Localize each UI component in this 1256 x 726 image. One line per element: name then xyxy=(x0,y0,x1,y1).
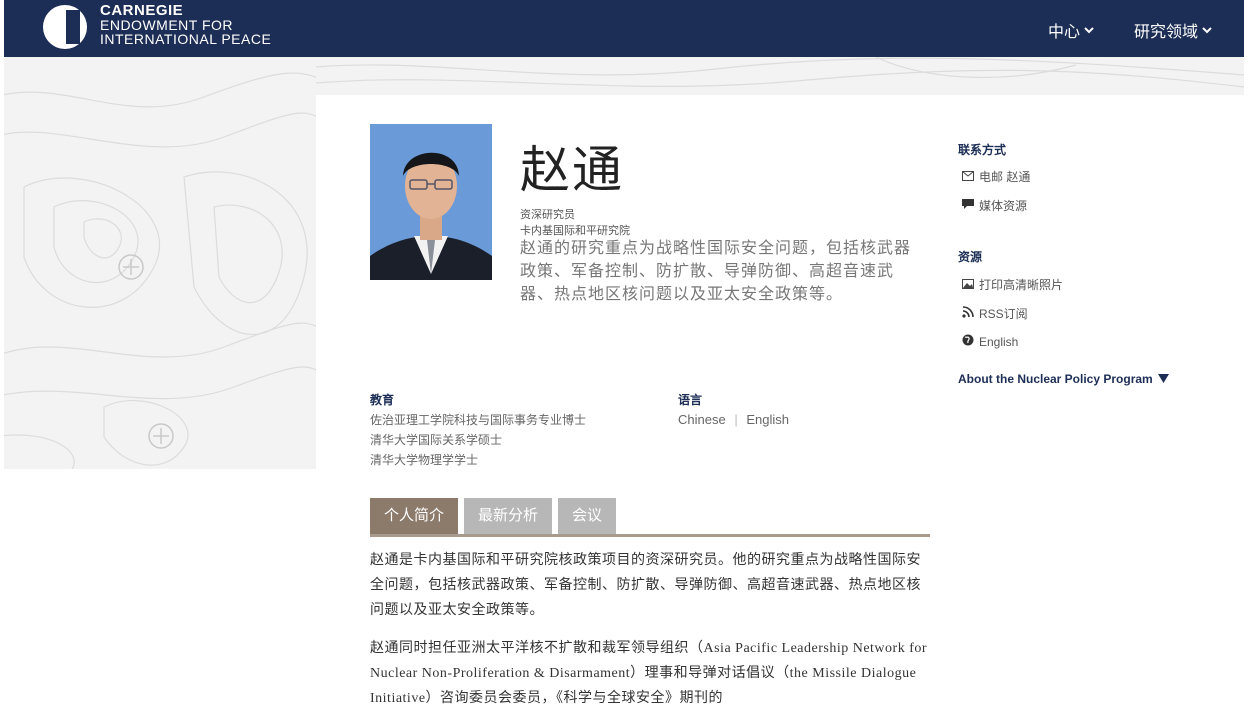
comment-icon xyxy=(962,198,974,213)
program-link[interactable]: About the Nuclear Policy Program xyxy=(958,372,1169,386)
chevron-down-icon xyxy=(1202,21,1212,39)
nav-research-areas-label: 研究领域 xyxy=(1134,24,1199,41)
education-item: 佐治亚理工学院科技与国际事务专业博士 xyxy=(370,413,587,427)
profile-name: 赵通 xyxy=(520,141,624,199)
resources-heading: 资源 xyxy=(958,250,983,264)
rss-icon xyxy=(962,306,974,321)
profile-tabs: 个人简介 最新分析 会议 xyxy=(370,498,617,534)
tabs-underline xyxy=(370,534,930,537)
logo-wordmark: CARNEGIE ENDOWMENT FOR INTERNATIONAL PEA… xyxy=(100,2,272,47)
rss-label: RSS订阅 xyxy=(979,307,1028,321)
logo-line-2: ENDOWMENT FOR xyxy=(100,17,234,33)
profile-photo xyxy=(370,124,492,280)
media-resources-link[interactable]: 媒体资源 xyxy=(962,197,1027,214)
education-item: 清华大学物理学学士 xyxy=(370,453,479,467)
chevron-down-icon xyxy=(1084,21,1094,39)
email-link-label: 电邮 赵通 xyxy=(979,170,1031,184)
english-label: English xyxy=(979,334,1019,349)
logo-line-3: INTERNATIONAL PEACE xyxy=(100,31,272,47)
top-navigation-bar: CARNEGIE ENDOWMENT FOR INTERNATIONAL PEA… xyxy=(4,0,1244,57)
education-heading: 教育 xyxy=(370,393,395,407)
nav-centers[interactable]: 中心 xyxy=(1048,18,1094,42)
logo-line-1: CARNEGIE xyxy=(100,2,184,19)
topographic-background xyxy=(4,57,316,469)
english-link[interactable]: English xyxy=(962,334,1018,349)
nav-research-areas[interactable]: 研究领域 xyxy=(1134,18,1212,42)
rss-link[interactable]: RSS订阅 xyxy=(962,305,1028,322)
bio-paragraph-2: 赵通同时担任亚洲太平洋核不扩散和裁军领导组织（Asia Pacific Lead… xyxy=(370,641,928,706)
profile-role-title: 资深研究员 xyxy=(520,209,575,221)
contact-heading: 联系方式 xyxy=(958,143,1007,157)
print-photo-link[interactable]: 打印高清晰照片 xyxy=(962,276,1063,293)
media-resources-label: 媒体资源 xyxy=(979,199,1028,213)
language-separator: | xyxy=(734,412,738,427)
tab-events[interactable]: 会议 xyxy=(558,498,617,534)
globe-icon xyxy=(962,334,974,349)
topographic-background-band xyxy=(316,57,1244,95)
languages-list: Chinese | English xyxy=(678,410,789,430)
education-item: 清华大学国际关系学硕士 xyxy=(370,433,503,447)
languages-heading: 语言 xyxy=(678,393,703,407)
profile-role: 资深研究员 卡内基国际和平研究院 xyxy=(520,207,630,239)
image-icon xyxy=(962,278,974,292)
triangle-down-icon xyxy=(1157,372,1169,386)
nav-centers-label: 中心 xyxy=(1048,24,1081,41)
program-link-label: About the Nuclear Policy Program xyxy=(958,372,1153,386)
mail-icon xyxy=(962,170,974,184)
education-list: 佐治亚理工学院科技与国际事务专业博士 清华大学国际关系学硕士 清华大学物理学学士 xyxy=(370,410,586,470)
carnegie-logo-mark xyxy=(42,4,88,50)
bio-paragraph-1: 赵通是卡内基国际和平研究院核政策项目的资深研究员。他的研究重点为战略性国际安全问… xyxy=(370,551,921,617)
tab-bio[interactable]: 个人简介 xyxy=(370,498,459,534)
profile-summary: 赵通的研究重点为战略性国际安全问题，包括核武器政策、军备控制、防扩散、导弹防御、… xyxy=(520,238,912,303)
tab-latest-analysis[interactable]: 最新分析 xyxy=(464,498,553,534)
print-photo-label: 打印高清晰照片 xyxy=(979,278,1064,292)
email-link[interactable]: 电邮 赵通 xyxy=(962,168,1030,185)
carnegie-logo[interactable]: CARNEGIE ENDOWMENT FOR INTERNATIONAL PEA… xyxy=(42,2,272,50)
language-item: English xyxy=(746,412,789,427)
language-item: Chinese xyxy=(678,412,726,427)
